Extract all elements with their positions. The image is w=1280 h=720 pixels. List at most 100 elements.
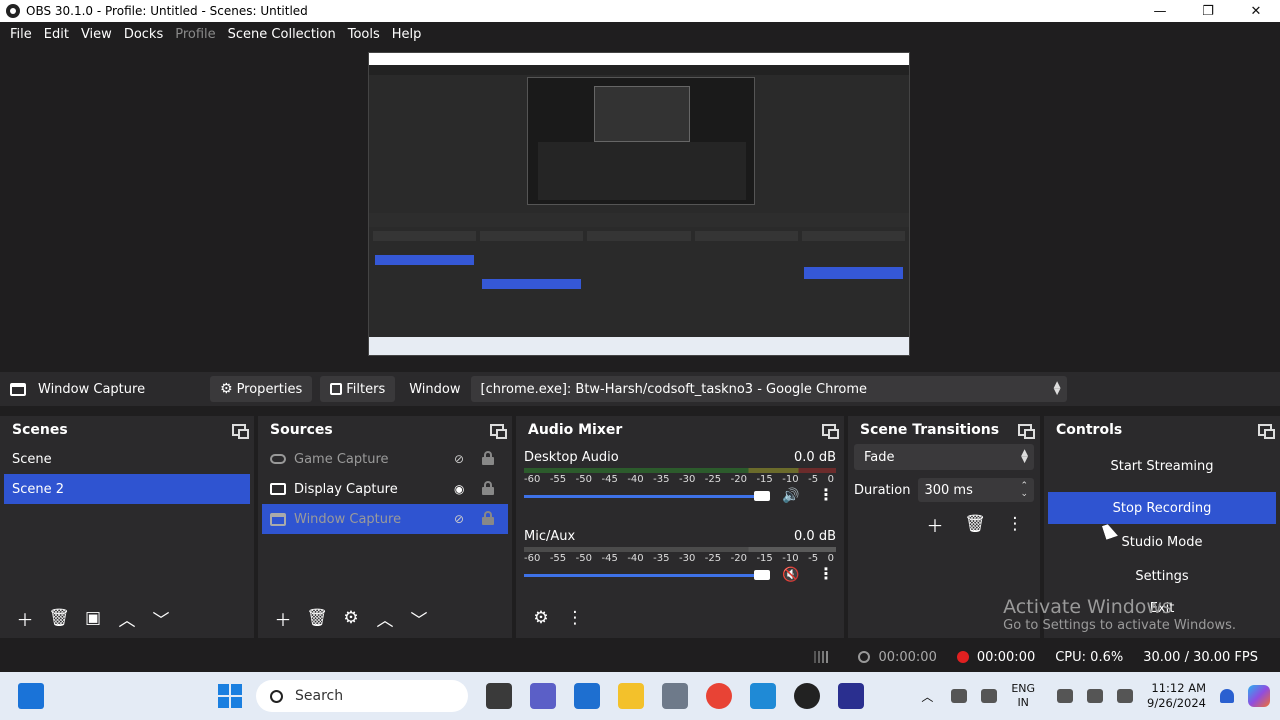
lock-icon[interactable] xyxy=(482,511,494,525)
microphone-icon[interactable] xyxy=(981,689,998,703)
tray-overflow-icon[interactable]: ︿ xyxy=(921,688,933,705)
lang-code: ENG xyxy=(1011,682,1036,695)
taskbar-clock[interactable]: 11:12 AM 9/26/2024 xyxy=(1147,681,1206,711)
add-transition-button[interactable]: ＋ xyxy=(918,512,952,537)
volume-slider[interactable] xyxy=(524,570,770,580)
menu-tools[interactable]: Tools xyxy=(342,27,386,42)
preview-nested-titlebar xyxy=(369,53,909,65)
settings-button[interactable]: Settings xyxy=(1048,562,1276,590)
close-button[interactable]: ✕ xyxy=(1232,0,1280,22)
remove-source-button[interactable]: 🗑 xyxy=(300,606,334,630)
eye-hidden-icon[interactable]: ⊘ xyxy=(454,512,470,526)
meter-scale: -60 -55 -50 -45 -40 -35 -30 -25 -20 -15 … xyxy=(524,553,836,564)
move-source-up-button[interactable]: ︿ xyxy=(368,606,402,631)
remove-scene-button[interactable]: 🗑 xyxy=(42,606,76,630)
studio-mode-button[interactable]: Studio Mode xyxy=(1048,528,1276,556)
preview-area xyxy=(0,46,1280,366)
menu-profile[interactable]: Profile xyxy=(169,27,221,42)
obs-app-icon[interactable] xyxy=(794,683,820,709)
notification-bell-icon[interactable] xyxy=(1220,689,1234,703)
menu-edit[interactable]: Edit xyxy=(38,27,75,42)
preview-nested-transitions xyxy=(694,231,798,331)
transition-menu-button[interactable]: ⋮ xyxy=(998,512,1032,536)
transition-select[interactable]: Fade ▲ ▼ xyxy=(854,444,1034,470)
activate-windows-watermark: Activate Windows Go to Settings to activ… xyxy=(1003,596,1236,633)
menu-view[interactable]: View xyxy=(75,27,118,42)
source-properties-button[interactable]: ⚙ xyxy=(334,606,368,630)
move-scene-up-button[interactable]: ︿ xyxy=(110,606,144,631)
speaker-muted-icon[interactable]: 🔇 xyxy=(782,567,799,583)
controls-title: Controls xyxy=(1056,422,1123,438)
windows-taskbar: Search ︿ ENG IN 11:12 AM 9/26/2024 xyxy=(0,672,1280,720)
intellij-icon[interactable] xyxy=(838,683,864,709)
scene-filters-button[interactable]: ▣ xyxy=(76,606,110,630)
add-source-button[interactable]: ＋ xyxy=(266,606,300,631)
eye-icon[interactable]: ◉ xyxy=(454,482,470,496)
source-item-window-capture[interactable]: Window Capture ⊘ xyxy=(262,504,508,534)
undock-icon[interactable] xyxy=(1018,424,1035,439)
move-source-down-button[interactable]: ﹀ xyxy=(402,606,436,631)
properties-button[interactable]: ⚙ Properties xyxy=(210,376,313,402)
remove-transition-button[interactable]: 🗑 xyxy=(958,512,992,536)
battery-icon[interactable] xyxy=(1117,689,1134,703)
menu-scene-collection[interactable]: Scene Collection xyxy=(222,27,342,42)
minimize-button[interactable]: — xyxy=(1136,0,1184,22)
vscode-icon[interactable] xyxy=(750,683,776,709)
preview-nested-controls xyxy=(801,231,906,331)
source-item-game-capture[interactable]: Game Capture ⊘ xyxy=(262,444,508,474)
menu-help[interactable]: Help xyxy=(386,27,428,42)
volume-meter xyxy=(524,468,836,473)
speaker-icon[interactable]: 🔊 xyxy=(782,488,799,504)
store-icon[interactable] xyxy=(574,683,600,709)
scale-tick: 0 xyxy=(827,553,834,564)
start-streaming-button[interactable]: Start Streaming xyxy=(1048,450,1276,482)
spin-arrows-icon[interactable]: ⌃ ⌄ xyxy=(1020,482,1028,499)
preview-canvas[interactable] xyxy=(368,52,910,356)
filters-button[interactable]: Filters xyxy=(320,376,396,402)
window-select[interactable]: [chrome.exe]: Btw-Harsh/codsoft_taskno3 … xyxy=(470,376,1067,402)
scene-item-scene-2[interactable]: Scene 2 xyxy=(4,474,250,504)
input-language[interactable]: ENG IN xyxy=(1011,682,1035,710)
duration-spinbox[interactable]: 300 ms ⌃ ⌄ xyxy=(918,478,1034,502)
undock-icon[interactable] xyxy=(1258,424,1275,439)
settings-app-icon[interactable] xyxy=(662,683,688,709)
network-icon[interactable] xyxy=(1057,689,1074,703)
maximize-button[interactable]: ❐ xyxy=(1184,0,1232,22)
onedrive-icon[interactable] xyxy=(951,689,968,703)
volume-icon[interactable] xyxy=(1087,689,1104,703)
undock-icon[interactable] xyxy=(490,424,507,439)
add-scene-button[interactable]: ＋ xyxy=(8,606,42,631)
taskbar-search[interactable]: Search xyxy=(256,680,468,712)
kebab-menu-icon[interactable]: ⋮ xyxy=(818,564,834,583)
audio-menu-button[interactable]: ⋮ xyxy=(558,606,592,630)
source-item-display-capture[interactable]: Display Capture ◉ xyxy=(262,474,508,504)
undock-icon[interactable] xyxy=(232,424,249,439)
advanced-audio-button[interactable]: ⚙ xyxy=(524,606,558,630)
file-explorer-alt-icon[interactable] xyxy=(486,683,512,709)
watermark-subtitle: Go to Settings to activate Windows. xyxy=(1003,618,1236,633)
channel-head: Desktop Audio 0.0 dB xyxy=(524,448,836,466)
undock-icon[interactable] xyxy=(822,424,839,439)
volume-slider[interactable] xyxy=(524,491,770,501)
windows-start-icon[interactable] xyxy=(218,684,242,708)
scale-tick: -10 xyxy=(782,474,799,485)
kebab-menu-icon[interactable]: ⋮ xyxy=(818,485,834,504)
chrome-icon[interactable] xyxy=(706,683,732,709)
lock-icon[interactable] xyxy=(482,451,494,465)
menu-file[interactable]: File xyxy=(4,27,38,42)
file-explorer-icon[interactable] xyxy=(618,683,644,709)
lock-icon[interactable] xyxy=(482,481,494,495)
scale-tick: -55 xyxy=(549,474,567,485)
menu-docks[interactable]: Docks xyxy=(118,27,169,42)
volume-handle[interactable] xyxy=(754,570,770,580)
copilot-icon[interactable] xyxy=(1248,685,1270,707)
move-scene-down-button[interactable]: ﹀ xyxy=(144,606,178,631)
scene-item-scene[interactable]: Scene xyxy=(4,444,250,474)
volume-handle[interactable] xyxy=(754,491,770,501)
fps-readout: 30.00 / 30.00 FPS xyxy=(1143,649,1258,665)
window-label: Window xyxy=(409,381,461,397)
teams-icon[interactable] xyxy=(530,683,556,709)
eye-hidden-icon[interactable]: ⊘ xyxy=(454,452,470,466)
stop-recording-button[interactable]: Stop Recording xyxy=(1048,492,1276,524)
widgets-icon[interactable] xyxy=(18,683,44,709)
